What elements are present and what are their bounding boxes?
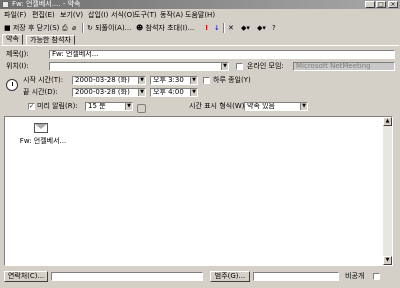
- next-item-icon[interactable]: ◆▾: [257, 23, 266, 33]
- start-time-label: 시작 시간(T):: [23, 76, 64, 84]
- invite-icon: ☻: [136, 24, 144, 32]
- invite-attendees-button[interactable]: ☻ 참석자 초대(I)...: [136, 23, 194, 33]
- window-title: Fw: 언젤베서.... - 약속: [12, 0, 81, 8]
- all-day-label: 하루 종일(Y): [213, 76, 251, 84]
- start-time-select[interactable]: 오후 3:30 ▼: [150, 76, 198, 85]
- title-bar: Fw: 언젤베서.... - 약속 _ □ ×: [0, 0, 400, 9]
- location-label: 위치(I):: [6, 62, 29, 70]
- menu-edit[interactable]: 편집(E): [32, 11, 55, 20]
- recurrence-button[interactable]: ↻ 되풀이(A)...: [87, 23, 131, 33]
- help-icon[interactable]: ?: [272, 23, 276, 33]
- attachment-item[interactable]: Fw: 언젤베서...: [19, 121, 67, 149]
- chevron-down-icon[interactable]: ▼: [300, 103, 307, 110]
- location-input[interactable]: ▼: [49, 62, 229, 71]
- scroll-down-icon[interactable]: ▼: [383, 256, 392, 265]
- save-close-button[interactable]: ■ 저장 후 닫기(S): [4, 23, 59, 33]
- online-meeting-select[interactable]: Microsoft NetMeeting: [293, 62, 395, 71]
- subject-input[interactable]: Fw: 언젤베서...: [49, 50, 395, 59]
- private-label: 비공개: [345, 272, 365, 280]
- appointment-form: 제목(J): Fw: 언젤베서... 위치(I): ▼ 온라인 모임: Micr…: [1, 45, 399, 115]
- appointment-window: Fw: 언젤베서.... - 약속 _ □ × 파일(F) 편집(E) 보기(V…: [0, 0, 400, 288]
- tab-appointment[interactable]: 약속: [2, 34, 23, 45]
- categories-input[interactable]: [253, 272, 339, 281]
- online-meeting-label: 온라인 모임:: [247, 62, 284, 70]
- reminder-sound-icon[interactable]: [137, 104, 146, 113]
- online-meeting-checkbox[interactable]: [236, 63, 243, 70]
- print-icon[interactable]: ⎙: [62, 23, 68, 33]
- attachment-label: Fw: 언젤베서...: [19, 137, 67, 145]
- private-checkbox[interactable]: [373, 273, 380, 280]
- chevron-down-icon[interactable]: ▼: [138, 77, 145, 84]
- importance-low-icon[interactable]: ↓: [214, 23, 220, 33]
- toolbar: ■ 저장 후 닫기(S) ⎙ ⌀ ↻ 되풀이(A)... ☻ 참석자 초대(I)…: [0, 22, 400, 34]
- end-time-select[interactable]: 오후 4:00 ▼: [150, 88, 198, 97]
- importance-high-icon[interactable]: !: [205, 23, 208, 33]
- tab-strip: 약속 가능한 참석자: [0, 34, 400, 45]
- menu-format[interactable]: 서식(O): [111, 11, 135, 20]
- end-date-select[interactable]: 2000-03-28 (화) ▼: [72, 88, 146, 97]
- subject-label: 제목(J):: [6, 50, 29, 58]
- clock-icon: [6, 79, 18, 91]
- reminder-checkbox[interactable]: ✓: [28, 103, 35, 110]
- menu-bar: 파일(F) 편집(E) 보기(V) 삽입(I) 서식(O) 도구(T) 동작(A…: [0, 10, 400, 21]
- previous-item-icon[interactable]: ◆▾: [241, 23, 250, 33]
- tab-attendee-availability[interactable]: 가능한 참석자: [26, 35, 75, 45]
- chevron-down-icon[interactable]: ▼: [190, 89, 197, 96]
- reminder-select[interactable]: 15 분 ▼: [85, 102, 133, 111]
- menu-insert[interactable]: 삽입(I): [88, 11, 108, 20]
- notes-body[interactable]: Fw: 언젤베서... ▲ ▼: [4, 116, 393, 266]
- envelope-icon: [34, 123, 48, 133]
- reminder-label: 미리 알림(R):: [37, 102, 78, 110]
- appointment-icon: [2, 1, 9, 8]
- end-time-label: 끝 시간(D):: [23, 88, 58, 96]
- chevron-down-icon[interactable]: ▼: [190, 77, 197, 84]
- maximize-button[interactable]: □: [376, 1, 386, 8]
- contacts-button[interactable]: 연락처(C)...: [4, 271, 48, 282]
- footer-bar: 연락처(C)... 범주(G)... 비공개: [0, 268, 400, 288]
- menu-actions[interactable]: 동작(A): [160, 11, 183, 20]
- all-day-checkbox[interactable]: [203, 77, 210, 84]
- contacts-input[interactable]: [51, 272, 203, 281]
- delete-icon[interactable]: ✕: [228, 23, 234, 33]
- menu-file[interactable]: 파일(F): [4, 11, 26, 20]
- categories-button[interactable]: 범주(G)...: [210, 271, 250, 282]
- minimize-button[interactable]: _: [365, 1, 375, 8]
- vertical-scrollbar[interactable]: ▲ ▼: [383, 117, 392, 265]
- show-time-as-select[interactable]: 약속 있음 ▼: [244, 102, 308, 111]
- scroll-up-icon[interactable]: ▲: [383, 117, 392, 126]
- toolbar-separator: [223, 23, 225, 33]
- toolbar-separator: [82, 23, 84, 33]
- save-icon: ■: [4, 24, 11, 32]
- start-date-select[interactable]: 2000-03-28 (화) ▼: [72, 76, 146, 85]
- attach-icon[interactable]: ⌀: [72, 23, 76, 33]
- chevron-down-icon[interactable]: ▼: [138, 89, 145, 96]
- menu-view[interactable]: 보기(V): [60, 11, 83, 20]
- close-button[interactable]: ×: [388, 1, 398, 8]
- show-time-as-label: 시간 표시 형식(W):: [189, 102, 247, 110]
- chevron-down-icon[interactable]: ▼: [221, 63, 228, 70]
- menu-help[interactable]: 도움말(H): [185, 11, 215, 20]
- recurrence-icon: ↻: [87, 24, 93, 32]
- chevron-down-icon[interactable]: ▼: [125, 103, 132, 110]
- menu-tools[interactable]: 도구(T): [134, 11, 157, 20]
